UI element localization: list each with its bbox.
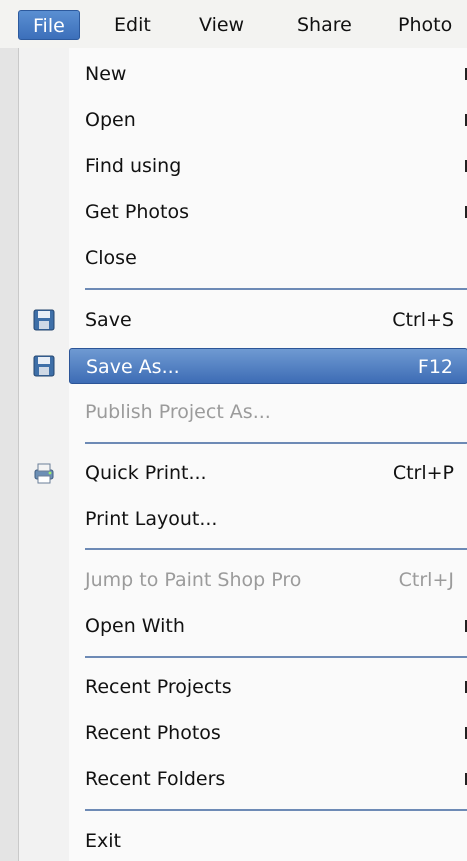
menu-item-new[interactable]: New — [69, 56, 467, 92]
menu-item-save-as[interactable]: Save As... F12 — [69, 348, 467, 384]
menu-item-new-label: New — [85, 63, 127, 85]
menu-item-close[interactable]: Close — [69, 240, 467, 276]
menu-separator — [85, 548, 467, 550]
menu-item-exit-label: Exit — [85, 830, 121, 852]
menu-item-open[interactable]: Open — [69, 102, 467, 138]
menu-item-jump-to-psp: Jump to Paint Shop Pro Ctrl+J — [69, 562, 467, 598]
menu-separator — [85, 656, 467, 658]
menu-item-recent-folders[interactable]: Recent Folders — [69, 761, 467, 797]
menu-item-quick-print[interactable]: Quick Print... Ctrl+P — [69, 455, 467, 491]
menu-item-print-layout[interactable]: Print Layout... — [69, 501, 467, 537]
menu-item-save[interactable]: Save Ctrl+S — [69, 302, 467, 338]
menu-item-find-using-label: Find using — [85, 155, 182, 177]
menu-item-find-using[interactable]: Find using — [69, 148, 467, 184]
menu-file-label: File — [33, 15, 65, 37]
menu-item-recent-photos-label: Recent Photos — [85, 722, 221, 744]
menu-view-label: View — [199, 14, 245, 36]
menu-photo[interactable]: Photo — [384, 10, 466, 40]
menu-edit[interactable]: Edit — [100, 10, 165, 40]
menu-item-jump-to-psp-shortcut: Ctrl+J — [398, 569, 454, 591]
menu-item-jump-to-psp-label: Jump to Paint Shop Pro — [85, 569, 302, 591]
menu-item-recent-photos[interactable]: Recent Photos — [69, 715, 467, 751]
menu-bar: File Edit View Share Photo — [0, 0, 467, 48]
menu-item-get-photos[interactable]: Get Photos — [69, 194, 467, 230]
menu-view[interactable]: View — [185, 10, 258, 40]
menu-file[interactable]: File — [18, 10, 80, 40]
menu-edit-label: Edit — [114, 14, 151, 36]
menu-item-open-label: Open — [85, 109, 136, 131]
menu-item-get-photos-label: Get Photos — [85, 201, 189, 223]
menu-separator — [85, 442, 467, 444]
menu-item-print-layout-label: Print Layout... — [85, 508, 218, 530]
menu-item-quick-print-shortcut: Ctrl+P — [392, 462, 454, 484]
menu-item-save-label: Save — [85, 309, 132, 331]
menu-item-recent-folders-label: Recent Folders — [85, 768, 226, 790]
menu-separator — [85, 288, 467, 290]
menu-photo-label: Photo — [398, 14, 453, 36]
menu-item-open-with[interactable]: Open With — [69, 608, 467, 644]
printer-icon — [19, 455, 69, 491]
floppy-disk-icon — [19, 348, 69, 384]
menu-item-save-as-label: Save As... — [86, 356, 180, 378]
menu-separator — [85, 809, 467, 811]
menu-item-save-as-shortcut: F12 — [417, 356, 453, 378]
menu-item-recent-projects[interactable]: Recent Projects — [69, 669, 467, 705]
menu-item-exit[interactable]: Exit — [69, 823, 467, 859]
menu-share[interactable]: Share — [283, 10, 366, 40]
menu-item-save-shortcut: Ctrl+S — [392, 309, 454, 331]
menu-item-publish-project-as: Publish Project As... — [69, 394, 467, 430]
floppy-disk-icon — [19, 302, 69, 338]
menu-item-quick-print-label: Quick Print... — [85, 462, 207, 484]
menu-item-publish-project-as-label: Publish Project As... — [85, 401, 271, 423]
file-menu-dropdown: New Open Find using Get Photos Close Sav… — [18, 48, 467, 861]
menu-share-label: Share — [297, 14, 352, 36]
menu-item-close-label: Close — [85, 247, 137, 269]
menu-item-open-with-label: Open With — [85, 615, 185, 637]
menu-item-recent-projects-label: Recent Projects — [85, 676, 232, 698]
